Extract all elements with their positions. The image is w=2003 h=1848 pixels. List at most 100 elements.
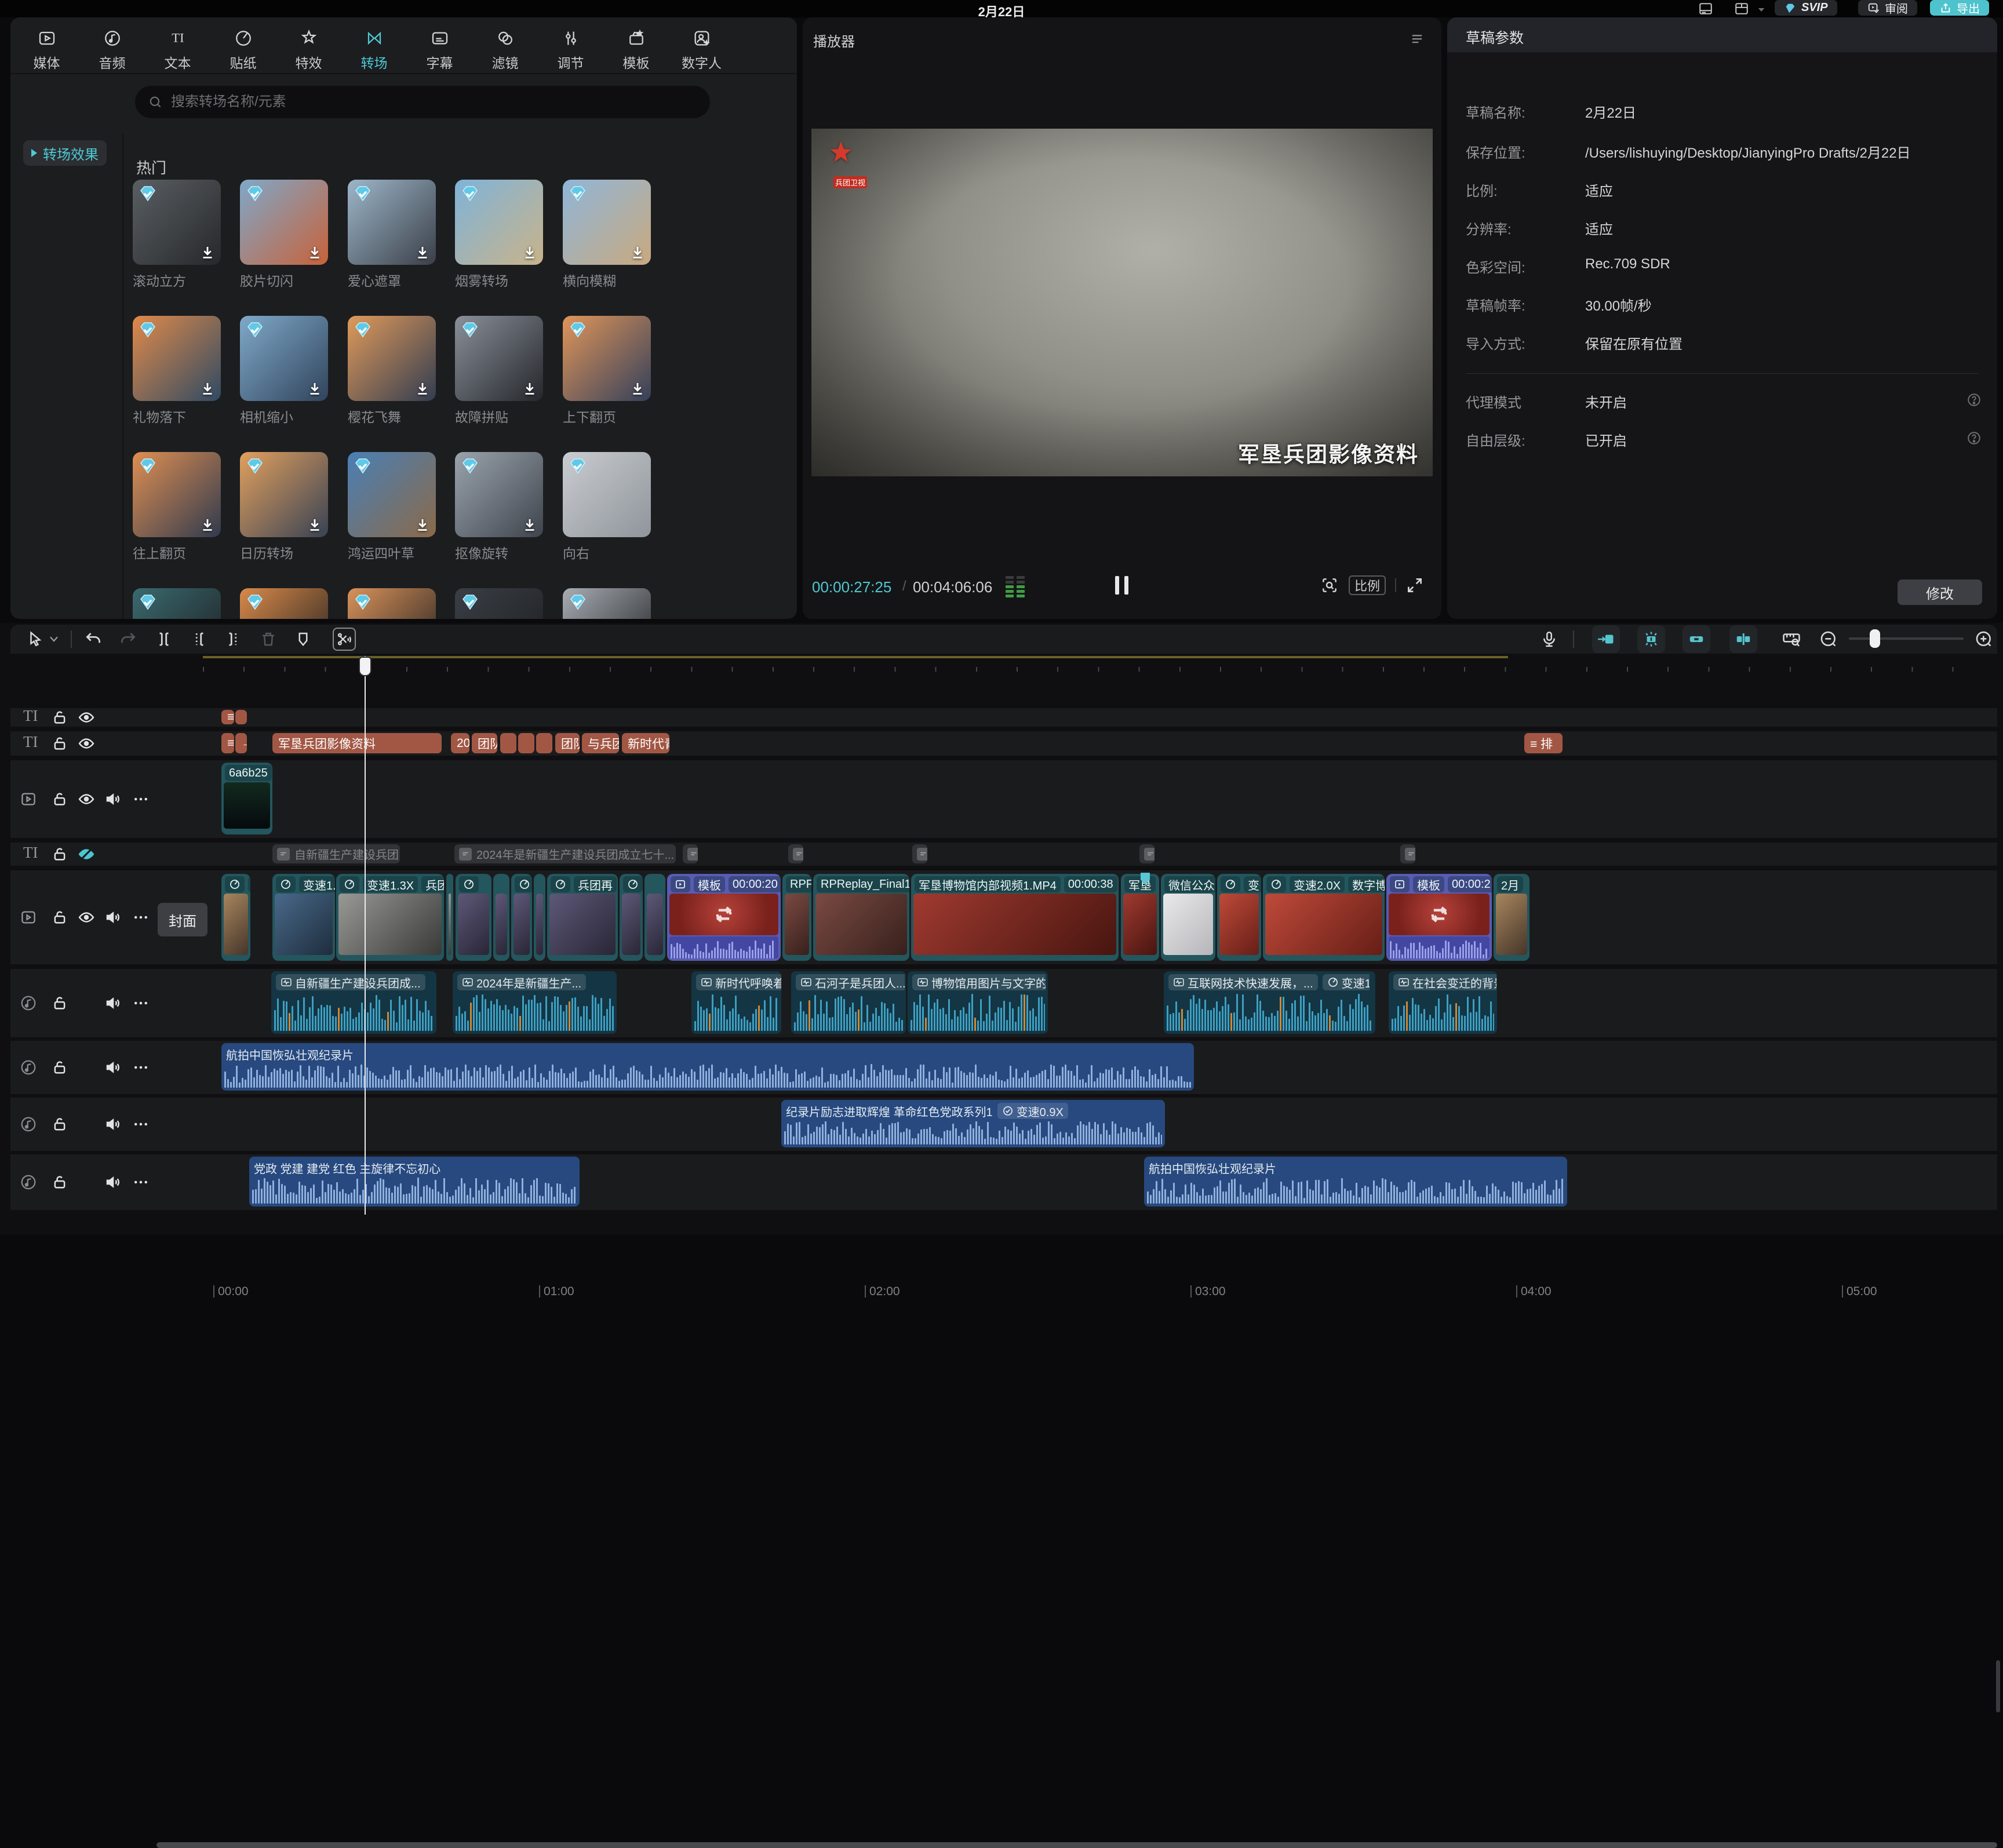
timeline-zoom-slider[interactable] [1849,637,1964,640]
video-clip[interactable] [493,874,509,961]
music-icon[interactable] [20,1116,37,1133]
eye-icon[interactable] [78,709,95,726]
split-right-icon[interactable] [225,630,242,648]
zoom-out-icon[interactable] [1819,629,1836,647]
transition-card[interactable] [240,588,328,619]
select-tool-icon[interactable] [27,630,44,648]
transition-card[interactable] [455,588,543,619]
lock-icon[interactable] [51,845,68,863]
more-icon[interactable] [132,909,150,926]
lock-icon[interactable] [51,1059,68,1076]
download-icon[interactable] [521,380,538,398]
hidden-text-clip[interactable]: 2024年是新疆生产建设兵团成立七十... [454,844,676,863]
video-clip[interactable] [446,874,453,961]
hidden-text-clip[interactable] [1139,844,1155,863]
video-clip[interactable]: 变速1.3X兵团 [336,874,444,961]
cover-button[interactable]: 封面 [158,903,207,936]
hidden-text-clip[interactable] [788,844,803,863]
audio-level-meter-icon[interactable] [1006,576,1025,597]
hidden-text-clip[interactable] [683,844,698,863]
video-clip[interactable] [644,874,665,961]
pause-button[interactable] [1110,576,1133,596]
transition-card[interactable] [240,180,328,265]
music-clip[interactable]: 航拍中国恢弘壮观纪录片 [221,1043,1194,1091]
text-clip[interactable] [500,733,516,753]
video-clip[interactable] [456,874,491,961]
split-left-icon[interactable] [190,630,207,648]
ratio-button[interactable]: 比例 [1349,575,1386,595]
auto-snap-toggle-icon[interactable] [1592,625,1620,653]
more-icon[interactable] [132,1116,150,1133]
video-clip[interactable]: 变 [1217,874,1261,961]
transition-card[interactable] [563,316,651,401]
tts-audio-clip[interactable]: 石河子是兵团人... [791,971,906,1034]
music-icon[interactable] [20,1173,37,1191]
video-clip[interactable]: 2月 [1494,874,1529,961]
text-clip[interactable]: 新时代青 [622,733,669,753]
text-clip[interactable]: ≡ 排 [1524,733,1563,753]
more-icon[interactable] [132,1059,150,1076]
text-clip[interactable]: 与兵团 [582,733,619,753]
music-icon[interactable] [20,1059,37,1076]
preview-focus-icon[interactable] [1320,576,1339,595]
text-clip[interactable] [518,733,534,753]
transition-card[interactable] [455,316,543,401]
select-tool-chevron-icon[interactable] [49,635,66,653]
more-icon[interactable] [132,994,150,1012]
export-button[interactable]: 导出 [1930,0,1989,16]
svip-button[interactable]: SVIP [1775,0,1837,16]
video-clip[interactable]: 变速1. [272,874,335,961]
download-icon[interactable] [306,380,323,398]
help-icon[interactable] [1966,431,1982,446]
download-icon[interactable] [521,516,538,534]
extract-audio-icon[interactable] [333,628,356,651]
download-icon[interactable] [199,244,216,261]
video-clip[interactable]: 6a6b25 [221,763,272,834]
more-icon[interactable] [132,790,150,808]
review-button[interactable]: 审阅 [1858,0,1917,16]
download-icon[interactable] [306,516,323,534]
template-clip[interactable]: 模板00:00:2 [1386,874,1492,961]
transition-card[interactable] [563,180,651,265]
horizontal-scrollbar[interactable] [156,1842,1997,1848]
transition-card[interactable] [348,316,436,401]
download-icon[interactable] [199,380,216,398]
text-clip[interactable]: 团队 [555,733,580,753]
chevron-down-icon[interactable] [1756,5,1767,15]
transition-card[interactable] [133,452,221,537]
text-clip[interactable]: 20 [451,733,469,753]
preview-axis-toggle-icon[interactable] [1729,625,1757,653]
download-icon[interactable] [414,380,431,398]
text-clip[interactable]: ≡ [221,733,234,753]
modify-button[interactable]: 修改 [1898,579,1982,605]
redo-icon[interactable] [119,630,137,648]
video-clip[interactable]: 军 [221,874,250,961]
video-clip[interactable]: 兵团再 [547,874,618,961]
clip-icon[interactable] [20,909,37,926]
undo-icon[interactable] [85,630,102,648]
download-icon[interactable] [521,244,538,261]
video-clip[interactable]: 军垦 [1121,874,1159,961]
tab-templates[interactable]: 模板 [603,22,669,72]
transition-card[interactable] [133,316,221,401]
lock-icon[interactable] [51,909,68,926]
transition-card[interactable] [240,316,328,401]
panel-layout-icon[interactable] [1698,1,1713,16]
lock-icon[interactable] [51,735,68,752]
fullscreen-icon[interactable] [1405,576,1424,595]
eyeoff-icon[interactable] [78,845,95,863]
speaker-icon[interactable] [104,1059,122,1076]
text-clip[interactable]: 军垦兵团影像资料 [272,733,442,753]
text-clip[interactable] [235,710,247,724]
transition-card[interactable] [133,180,221,265]
download-icon[interactable] [306,244,323,261]
speaker-icon[interactable] [104,909,122,926]
player-menu-icon[interactable] [1409,30,1425,46]
video-clip[interactable]: RPF [782,874,811,961]
timeline-zoom-slider-thumb[interactable] [1870,629,1880,648]
timeline-scale-icon[interactable] [1782,629,1799,647]
tts-audio-clip[interactable]: 2024年是新疆生产... [453,971,617,1034]
lock-icon[interactable] [51,994,68,1012]
transition-card[interactable] [563,452,651,537]
transition-card[interactable] [348,588,436,619]
